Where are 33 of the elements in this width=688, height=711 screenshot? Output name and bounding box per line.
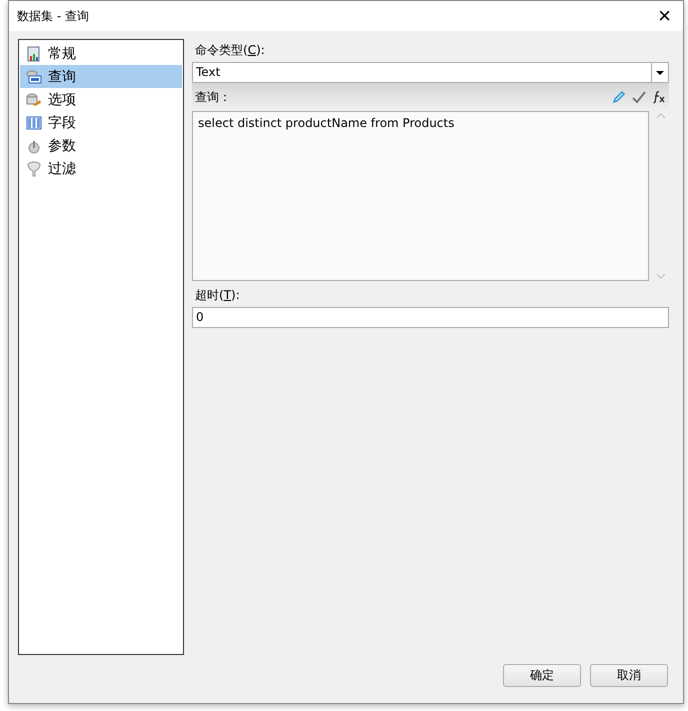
dialog-button[interactable]: 取消 <box>590 664 668 687</box>
checkmark-icon[interactable] <box>632 90 646 104</box>
item-label: 常规 <box>48 44 76 62</box>
command-type-dropdown[interactable]: Text <box>192 62 669 83</box>
sidebar-item[interactable]: 查询 <box>20 65 182 88</box>
sidebar-item[interactable]: 选项 <box>20 88 182 111</box>
command-type-label: 命令类型(C): <box>195 42 266 59</box>
timeout-field[interactable]: 0 <box>192 307 669 328</box>
window-title: 数据集 - 查询 <box>17 8 89 24</box>
close-button[interactable]: × <box>654 5 675 27</box>
query-editor[interactable]: select distinct productName from Products <box>192 111 649 281</box>
function-icon[interactable] <box>652 90 666 104</box>
query-label: 查询： <box>195 88 231 106</box>
item-label: 字段 <box>48 114 76 132</box>
item-label: 参数 <box>48 136 76 154</box>
dropdown-arrow-icon <box>656 70 664 74</box>
scroll-down-icon[interactable] <box>657 274 665 279</box>
item-label: 选项 <box>48 90 76 108</box>
database-icon <box>26 92 42 108</box>
dialog-button[interactable]: 确定 <box>503 664 581 687</box>
scroll-up-icon[interactable] <box>657 113 665 118</box>
sidebar-item[interactable]: 字段 <box>20 111 182 134</box>
timeout-label: 超时(T): <box>195 287 241 304</box>
funnel-icon <box>26 160 42 176</box>
sidebar-item[interactable]: 参数 <box>20 134 182 157</box>
sidebar-item[interactable]: 常规 <box>20 42 182 65</box>
item-label: 过滤 <box>48 160 76 178</box>
pencil-icon[interactable] <box>612 90 626 104</box>
sidebar-item[interactable]: 过滤 <box>20 157 182 180</box>
chart-icon <box>26 46 42 62</box>
database-icon <box>26 68 42 84</box>
item-label: 查询 <box>48 68 76 86</box>
columns-icon <box>26 114 42 130</box>
